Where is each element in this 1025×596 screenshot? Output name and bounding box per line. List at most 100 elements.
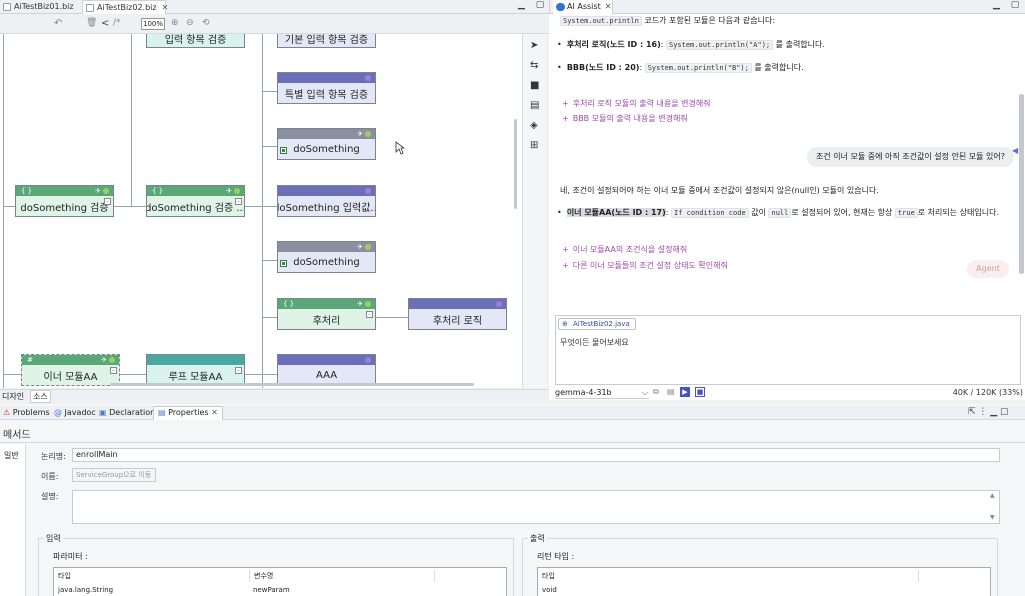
node-input-check[interactable]: 입력 항목 검증 (146, 34, 245, 48)
bracket-icon: { } (152, 187, 164, 195)
node-input-value[interactable]: doSomething 입력값... (277, 185, 376, 217)
zoom-fit-icon[interactable]: ⟲ (202, 18, 210, 28)
node-post-logic[interactable]: 후처리 로직 (408, 298, 507, 330)
table-row[interactable]: java.lang.String newParam (54, 584, 506, 596)
attach-icon[interactable]: ▤ (667, 387, 675, 396)
node-post-process[interactable]: { } ✈ 후처리 - (277, 298, 376, 330)
close-icon[interactable]: ✕ (211, 408, 218, 417)
close-icon[interactable]: ✕ (162, 3, 169, 12)
suggestion-link[interactable]: + 다른 이너 모듈들의 조건 설정 상태도 확인해줘 (562, 260, 728, 271)
link-icon: ✈ (226, 187, 232, 195)
tab-properties[interactable]: ▤ Properties ✕ (153, 406, 223, 420)
tab-aitestbiz02[interactable]: AiTestBiz02.biz ✕ (82, 0, 169, 14)
checkbox-icon[interactable] (280, 260, 287, 267)
status-dot (365, 131, 371, 137)
scroll-up-icon[interactable]: ▲ (990, 492, 995, 499)
side-tab-general[interactable]: 일반 (4, 450, 19, 461)
hierarchy-icon[interactable]: ⊞ (530, 140, 538, 151)
undo-icon[interactable]: ↶ (54, 18, 62, 29)
zoom-out-icon[interactable]: ⊖ (186, 18, 194, 28)
node-aaa[interactable]: AAA (277, 354, 376, 386)
select-pointer-icon[interactable]: ➤ (530, 40, 538, 51)
flow-canvas[interactable]: 입력 항목 검증 기본 입력 항목 검증 특별 입력 항목 검증 ✈ doSom… (0, 34, 522, 388)
input-group: 입력 파라미터 : 타입 변수명 java.lang.String newParam (38, 533, 514, 596)
bracket-icon: { } (21, 187, 33, 195)
connector (131, 34, 132, 206)
problems-icon: ⚠ (3, 408, 11, 417)
tool-palette: ➤ ⇆ ■ ▤ ◈ ⊞ (522, 34, 547, 388)
node-verify-child[interactable]: { } ✈ doSomething 검증 ... - (146, 185, 245, 217)
user-message: 조건 이너 모듈 중에 아직 조건값이 설정 안된 모듈 있어? (806, 147, 1014, 167)
suggestion-link[interactable]: + 이너 모듈AA의 조건식을 설정해줘 (562, 244, 687, 255)
collapse-icon[interactable]: < (101, 18, 109, 29)
param-table[interactable]: 타입 변수명 java.lang.String newParam (53, 567, 507, 596)
table-header: 타입 변수명 (54, 570, 506, 582)
vertical-scrollbar[interactable] (514, 119, 517, 209)
stop-icon[interactable]: ■ (695, 387, 705, 397)
status-dot (103, 188, 109, 194)
comment-icon[interactable]: /* (113, 18, 121, 28)
tab-declaration[interactable]: ▣ Declaration (99, 408, 155, 417)
window-controls[interactable]: ▁ ▢ (518, 0, 548, 10)
connector (262, 146, 277, 147)
agent-button[interactable]: Agent (967, 260, 1009, 278)
connection-icon[interactable]: ⇆ (530, 60, 538, 71)
token-usage: 40K / 120K (33%) (952, 388, 1023, 397)
node-dosomething-1[interactable]: ✈ doSomething (277, 128, 376, 160)
chat-input-box[interactable]: ⊕ AiTestBiz02.java 무엇이든 물어보세요 (555, 315, 1021, 385)
node-basic-input-check[interactable]: 기본 입력 항목 검증 (277, 34, 376, 48)
collapse-toggle[interactable]: - (104, 198, 111, 205)
history-icon[interactable]: ⧉ (653, 387, 659, 397)
suggestion-link[interactable]: + BBB 모듈의 출력 내용을 변경해줘 (562, 113, 688, 124)
tab-source[interactable]: 소스 (30, 390, 51, 403)
window-controls[interactable]: ▁ ▢ (993, 0, 1023, 10)
biz-file-icon (3, 3, 11, 11)
node-dosomething-2[interactable]: ✈ doSomething (277, 241, 376, 273)
panel-toolbar-icons[interactable]: ⇱ ⋮ ▁ ▢ (968, 407, 1009, 417)
suggestion-link[interactable]: + 후처리 로직 모듈의 출력 내용을 변경해줘 (562, 98, 711, 109)
close-icon[interactable]: ✕ (605, 2, 612, 11)
collapse-toggle[interactable]: - (110, 367, 117, 374)
node-inner-module[interactable]: # ✈ 이너 모듈AA - (21, 354, 120, 386)
delete-icon[interactable]: 🗑 (86, 18, 97, 28)
connector (3, 374, 21, 375)
node-special-input-check[interactable]: 특별 입력 항목 검증 (277, 72, 376, 104)
output-group: 출력 리턴 타입 : 타입 void (522, 533, 998, 596)
zoom-input[interactable]: 100% (141, 18, 165, 30)
tab-javadoc[interactable]: @ Javadoc (54, 408, 96, 417)
return-type-label: 리턴 타입 : (537, 552, 575, 561)
database-icon[interactable]: ▤ (530, 100, 539, 111)
collapse-toggle[interactable]: - (366, 311, 373, 318)
zoom-in-icon[interactable]: ⊕ (171, 18, 179, 28)
plus-icon: + (562, 99, 569, 108)
return-type-table[interactable]: 타입 void (537, 567, 991, 596)
logical-name-field[interactable]: enrollMain (72, 448, 1000, 462)
tab-problems[interactable]: ⚠ Problems (3, 408, 50, 417)
send-icon[interactable]: ▶ (680, 387, 690, 397)
collapse-toggle[interactable]: - (235, 198, 242, 205)
tab-ai-assist[interactable]: AI Assist ✕ (553, 0, 613, 14)
node-loop-module[interactable]: 루프 모듈AA - (146, 354, 245, 386)
scroll-down-icon[interactable]: ▼ (990, 514, 995, 521)
ai-reply: 네, 조건이 설정되어야 하는 이너 모듈 중에서 조건값이 설정되지 않은(n… (560, 186, 879, 195)
connector (262, 34, 263, 388)
module-icon[interactable]: ■ (530, 80, 539, 91)
collapse-arrow-icon[interactable]: ◀ (1012, 146, 1018, 155)
service-group-link[interactable]: ServiceGroup으로 이동 (72, 468, 156, 482)
chat-input[interactable]: 무엇이든 물어보세요 (560, 337, 629, 348)
status-dot (365, 188, 371, 194)
horizontal-scrollbar[interactable] (110, 383, 474, 386)
decision-icon[interactable]: ◈ (530, 120, 538, 131)
connector (3, 34, 4, 388)
tab-design[interactable]: 디자인 (2, 391, 24, 402)
ai-list-item: • 후처리 로직(노드 ID : 16): System.out.println… (557, 40, 825, 50)
node-verify-root[interactable]: { } ✈ doSomething 검증 - (15, 185, 114, 217)
description-field[interactable] (72, 490, 1000, 524)
model-select[interactable]: gemma-4-31b ⌵ (555, 387, 649, 399)
collapse-toggle[interactable]: - (235, 367, 242, 374)
chat-scrollbar[interactable] (1019, 94, 1024, 274)
table-row[interactable]: void (538, 584, 990, 596)
checkbox-icon[interactable] (280, 147, 287, 154)
tab-aitestbiz01[interactable]: AiTestBiz01.biz (0, 0, 80, 14)
context-chip[interactable]: ⊕ AiTestBiz02.java (558, 318, 636, 330)
